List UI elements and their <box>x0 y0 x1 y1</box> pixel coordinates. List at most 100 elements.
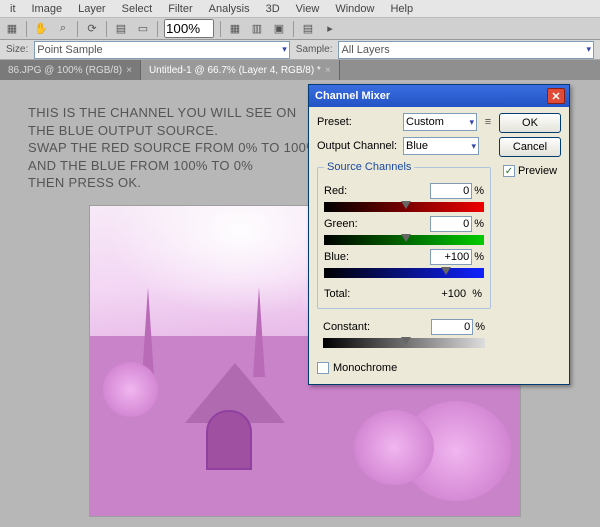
red-slider[interactable] <box>324 202 484 212</box>
menu-window[interactable]: Window <box>327 3 382 15</box>
close-icon[interactable]: × <box>325 65 331 76</box>
cancel-button[interactable]: Cancel <box>499 137 561 157</box>
close-icon[interactable]: × <box>126 65 132 76</box>
output-channel-select[interactable]: Blue <box>403 137 479 155</box>
workspace-icon[interactable]: ▤ <box>300 21 316 37</box>
ok-button[interactable]: OK <box>499 113 561 133</box>
tutorial-overlay-text: THIS IS THE CHANNEL YOU WILL SEE ON THE … <box>28 104 348 192</box>
preview-checkbox[interactable]: ✓ <box>503 165 515 177</box>
instruction-line: THIS IS THE CHANNEL YOU WILL SEE ON <box>28 104 348 122</box>
grid-icon[interactable]: ▦ <box>227 21 243 37</box>
menu-analysis[interactable]: Analysis <box>201 3 258 15</box>
slider-thumb[interactable] <box>401 234 411 242</box>
blue-value-input[interactable] <box>430 249 472 265</box>
dialog-button-column: OK Cancel ✓ Preview <box>499 113 561 177</box>
separator <box>106 21 107 37</box>
dialog-titlebar[interactable]: Channel Mixer ✕ <box>309 85 569 107</box>
separator <box>157 21 158 37</box>
chevron-right-icon[interactable]: ▸ <box>322 21 338 37</box>
separator <box>220 21 221 37</box>
instruction-line: THE BLUE OUTPUT SOURCE. <box>28 122 348 140</box>
total-row: Total: +100 % <box>324 288 484 300</box>
tree <box>354 410 434 485</box>
blue-channel-row: Blue: % <box>324 249 484 278</box>
percent-sign: % <box>474 185 484 197</box>
guide-icon[interactable]: ▥ <box>249 21 265 37</box>
constant-slider[interactable] <box>323 338 485 348</box>
zoom-tool-icon[interactable]: ⌕ <box>55 21 71 37</box>
dialog-body: OK Cancel ✓ Preview Preset: Custom ≡ Out… <box>309 107 569 384</box>
total-label: Total: <box>324 288 350 300</box>
doc-tab-label: 86.JPG @ 100% (RGB/8) <box>8 65 122 76</box>
percent-sign: % <box>474 218 484 230</box>
close-button[interactable]: ✕ <box>547 88 565 104</box>
green-value-input[interactable] <box>430 216 472 232</box>
constant-value-input[interactable] <box>431 319 473 335</box>
menu-select[interactable]: Select <box>114 3 161 15</box>
menu-3d[interactable]: 3D <box>258 3 288 15</box>
green-slider[interactable] <box>324 235 484 245</box>
preset-menu-icon[interactable]: ≡ <box>481 115 495 129</box>
menu-filter[interactable]: Filter <box>160 3 200 15</box>
preview-toggle[interactable]: ✓ Preview <box>503 165 557 177</box>
hand-tool-icon[interactable]: ✋ <box>33 21 49 37</box>
monochrome-checkbox[interactable] <box>317 362 329 374</box>
separator <box>293 21 294 37</box>
preset-label: Preset: <box>317 116 399 128</box>
doc-tab-2[interactable]: Untitled-1 @ 66.7% (Layer 4, RGB/8) * × <box>141 60 340 80</box>
slider-thumb[interactable] <box>401 337 411 345</box>
green-channel-row: Green: % <box>324 216 484 245</box>
menu-view[interactable]: View <box>288 3 328 15</box>
constant-row: Constant: % <box>317 319 491 348</box>
separator <box>26 21 27 37</box>
channel-mixer-dialog: Channel Mixer ✕ OK Cancel ✓ Preview Pres… <box>308 84 570 385</box>
red-value-input[interactable] <box>430 183 472 199</box>
sample-size-select[interactable]: Point Sample <box>34 41 290 59</box>
monochrome-label: Monochrome <box>333 362 397 374</box>
red-label: Red: <box>324 185 347 197</box>
percent-sign: % <box>474 251 484 263</box>
source-channels-legend: Source Channels <box>324 161 414 173</box>
separator <box>77 21 78 37</box>
instruction-line: SWAP THE RED SOURCE FROM 0% TO 100% <box>28 139 348 157</box>
instruction-line: THEN PRESS OK. <box>28 174 348 192</box>
screen-mode-icon[interactable]: ▭ <box>135 21 151 37</box>
monochrome-toggle[interactable]: Monochrome <box>317 362 561 374</box>
slider-thumb[interactable] <box>401 201 411 209</box>
app-menubar: it Image Layer Select Filter Analysis 3D… <box>0 0 600 18</box>
source-channels-group: Source Channels Red: % G <box>317 161 491 309</box>
zoom-level-field[interactable] <box>164 19 214 38</box>
green-label: Green: <box>324 218 358 230</box>
document-tabs: 86.JPG @ 100% (RGB/8) × Untitled-1 @ 66.… <box>0 60 600 80</box>
percent-sign: % <box>475 321 485 333</box>
menu-help[interactable]: Help <box>382 3 421 15</box>
menu-image[interactable]: Image <box>24 3 71 15</box>
output-channel-label: Output Channel: <box>317 140 399 152</box>
document-canvas: THIS IS THE CHANNEL YOU WILL SEE ON THE … <box>0 80 600 527</box>
arched-window <box>206 410 252 470</box>
dialog-title: Channel Mixer <box>315 90 390 102</box>
menu-it[interactable]: it <box>2 3 24 15</box>
tree <box>103 362 158 417</box>
spire <box>142 287 154 377</box>
preset-select[interactable]: Custom <box>403 113 477 131</box>
arrange-documents-icon[interactable]: ▤ <box>113 21 129 37</box>
app-toolbar: ▦ ✋ ⌕ ⟳ ▤ ▭ ▦ ▥ ▣ ▤ ▸ <box>0 18 600 40</box>
sample-layers-select[interactable]: All Layers <box>338 41 594 59</box>
red-channel-row: Red: % <box>324 183 484 212</box>
doc-tab-1[interactable]: 86.JPG @ 100% (RGB/8) × <box>0 60 141 80</box>
total-value: +100 <box>441 288 466 300</box>
tool-options-bar: Size: Point Sample Sample: All Layers <box>0 40 600 60</box>
preview-label: Preview <box>518 165 557 177</box>
size-label: Size: <box>6 44 28 55</box>
percent-sign: % <box>472 288 482 300</box>
launch-bridge-icon[interactable]: ▦ <box>4 21 20 37</box>
blue-label: Blue: <box>324 251 349 263</box>
doc-tab-label: Untitled-1 @ 66.7% (Layer 4, RGB/8) * <box>149 65 321 76</box>
constant-label: Constant: <box>323 321 370 333</box>
blue-slider[interactable] <box>324 268 484 278</box>
ruler-icon[interactable]: ▣ <box>271 21 287 37</box>
slider-thumb[interactable] <box>441 267 451 275</box>
menu-layer[interactable]: Layer <box>70 3 114 15</box>
view-rotate-icon[interactable]: ⟳ <box>84 21 100 37</box>
